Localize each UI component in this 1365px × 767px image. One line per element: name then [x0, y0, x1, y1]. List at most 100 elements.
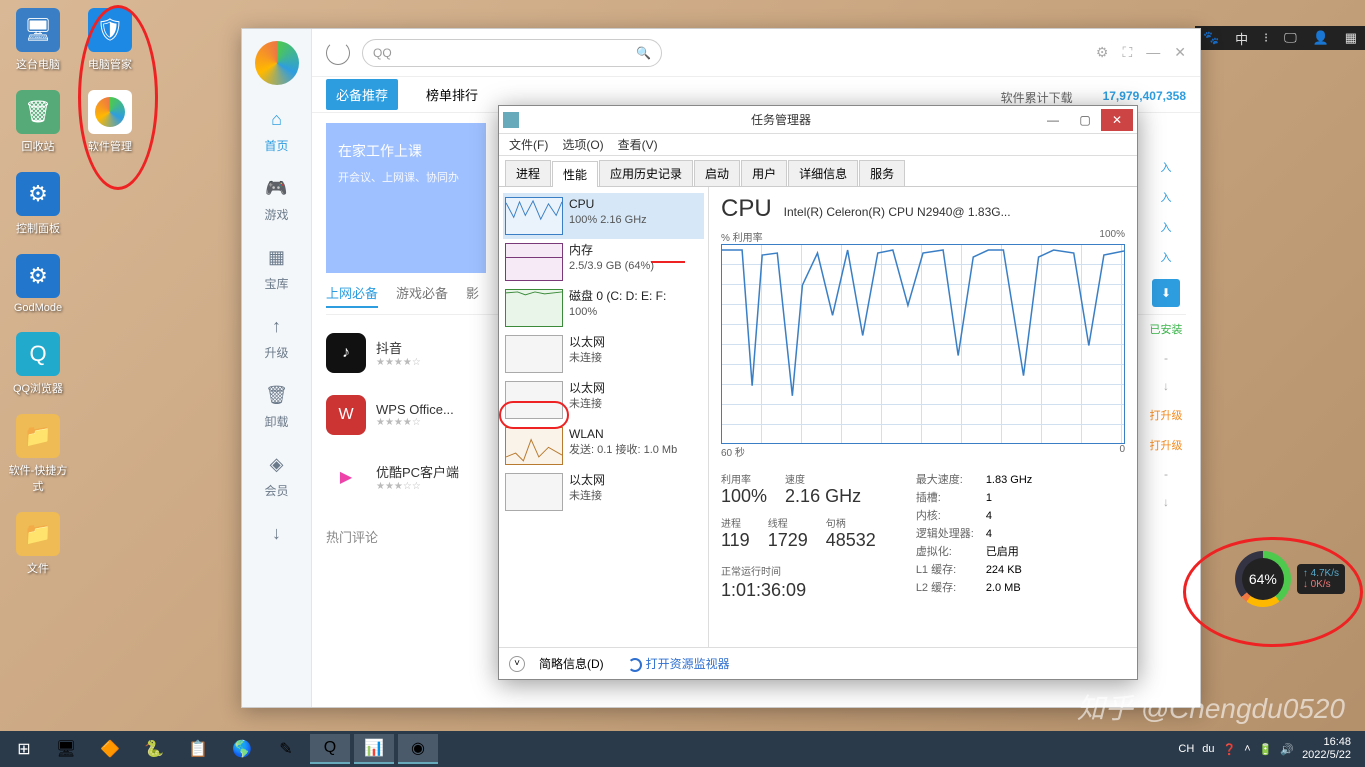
- taskbar-app[interactable]: Q: [310, 734, 350, 764]
- subtab-games[interactable]: 游戏必备: [396, 283, 448, 308]
- promo-banner[interactable]: 在家工作上课 开会议、上网课、协同办: [326, 123, 486, 273]
- taskbar-app[interactable]: 🖥: [46, 734, 86, 764]
- banner-subtitle: 开会议、上网课、协同办: [338, 169, 474, 185]
- tray-icon[interactable]: du: [1202, 743, 1214, 755]
- download-stats: 软件累计下载 17,979,407,358: [1001, 89, 1186, 106]
- settings-icon[interactable]: ⚙: [1096, 44, 1109, 61]
- home-icon: ⌂: [263, 105, 291, 133]
- tab-startup[interactable]: 启动: [694, 160, 740, 186]
- desktop-icon-shortcut[interactable]: 📁软件-快捷方式: [8, 414, 68, 494]
- perf-item-disk[interactable]: 磁盘 0 (C: D: E: F:100%: [503, 285, 704, 331]
- usage-ring: 64%: [1235, 551, 1291, 607]
- cpu-model: Intel(R) Celeron(R) CPU N2940@ 1.83G...: [784, 205, 1011, 219]
- upgrade-icon: ↑: [263, 312, 291, 340]
- reload-button[interactable]: [326, 41, 350, 65]
- menu-file[interactable]: 文件(F): [509, 136, 548, 153]
- sidebar-item-home[interactable]: ⌂首页: [247, 105, 307, 154]
- tray-icon[interactable]: ❓: [1223, 743, 1237, 756]
- perf-item-wlan[interactable]: WLAN发送: 0.1 接收: 1.0 Mb: [503, 423, 704, 469]
- search-icon[interactable]: 🔍: [636, 46, 651, 60]
- game-icon: 🎮: [263, 174, 291, 202]
- app-icon: [503, 112, 519, 128]
- cpu-graph: [721, 244, 1125, 444]
- ime-user-icon[interactable]: 👤: [1313, 30, 1329, 46]
- ime-keyboard-icon[interactable]: 🖵: [1284, 30, 1297, 46]
- banner-title: 在家工作上课: [338, 141, 474, 161]
- system-tray: CH du ❓ ˄ 🔋 🔊 16:48 2022/5/22: [1178, 736, 1359, 762]
- right-action-list: 入 入 入 入 ⬇ 已安装 - ↓ 打升级 打升级 - ↓: [1146, 159, 1186, 509]
- pin-icon[interactable]: ⛶: [1122, 44, 1132, 61]
- cpu-title: CPU: [721, 195, 772, 223]
- sidebar-item-download[interactable]: ↓: [247, 519, 307, 551]
- sidebar-item-uninstall[interactable]: 🗑卸载: [247, 381, 307, 430]
- taskbar-swmgr[interactable]: ◉: [398, 734, 438, 764]
- sidebar-item-vip[interactable]: ◈会员: [247, 450, 307, 499]
- desktop-icon-qqbrowser[interactable]: QQQ浏览器: [8, 332, 68, 396]
- desktop-icon-this-pc[interactable]: 🖥这台电脑: [8, 8, 68, 72]
- taskbar-app[interactable]: 🐍: [134, 734, 174, 764]
- perf-item-ethernet[interactable]: 以太网未连接: [503, 469, 704, 515]
- download-icon[interactable]: ⬇: [1152, 279, 1180, 307]
- ime-status-bar[interactable]: 🐾 中 ⁝ 🖵 👤 ▦: [1195, 26, 1365, 50]
- desktop-icon-control-panel[interactable]: ⚙控制面板: [8, 172, 68, 236]
- start-button[interactable]: ⊞: [6, 734, 42, 764]
- tab-services[interactable]: 服务: [859, 160, 905, 186]
- cpu-utilization: 100%: [721, 486, 767, 507]
- desktop-icon-swmanager[interactable]: 软件管理: [80, 90, 140, 154]
- usage-percent: 64%: [1242, 558, 1284, 600]
- battery-icon[interactable]: 🔋: [1259, 743, 1273, 756]
- sidebar-item-store[interactable]: ▦宝库: [247, 243, 307, 292]
- swmgr-sidebar: ⌂首页 🎮游戏 ▦宝库 ↑升级 🗑卸载 ◈会员 ↓: [242, 29, 312, 707]
- tab-processes[interactable]: 进程: [505, 160, 551, 186]
- volume-icon[interactable]: 🔊: [1280, 743, 1294, 756]
- taskbar-clock[interactable]: 16:48 2022/5/22: [1302, 736, 1351, 762]
- perf-item-cpu[interactable]: CPU100% 2.16 GHz: [503, 193, 704, 239]
- desktop-icon-godmode[interactable]: ⚙GodMode: [8, 254, 68, 314]
- perf-item-ethernet[interactable]: 以太网未连接: [503, 331, 704, 377]
- minimize-button[interactable]: —: [1146, 44, 1160, 61]
- annotation-memory-line: [651, 261, 685, 263]
- menu-options[interactable]: 选项(O): [562, 136, 603, 153]
- taskbar-taskmgr[interactable]: 📊: [354, 734, 394, 764]
- close-button[interactable]: ✕: [1101, 109, 1133, 131]
- vip-icon: ◈: [263, 450, 291, 478]
- taskbar-app[interactable]: 🔶: [90, 734, 130, 764]
- tab-details[interactable]: 详细信息: [788, 160, 858, 186]
- maximize-button[interactable]: ▢: [1069, 109, 1101, 131]
- task-manager-footer: ˅ 简略信息(D) 打开资源监视器: [499, 647, 1137, 679]
- tab-apphistory[interactable]: 应用历史记录: [599, 160, 693, 186]
- brief-info-link[interactable]: 简略信息(D): [539, 655, 604, 672]
- sidebar-item-upgrade[interactable]: ↑升级: [247, 312, 307, 361]
- taskbar-app[interactable]: 🌎: [222, 734, 262, 764]
- desktop-icon-recycle[interactable]: 🗑回收站: [8, 90, 68, 154]
- ime-punct[interactable]: ⁝: [1264, 30, 1268, 46]
- tab-recommended[interactable]: 必备推荐: [326, 79, 398, 110]
- subtab-internet[interactable]: 上网必备: [326, 283, 378, 308]
- ime-lang[interactable]: 中: [1235, 29, 1248, 48]
- tab-performance[interactable]: 性能: [552, 161, 598, 187]
- ime-icon[interactable]: 🐾: [1203, 30, 1219, 46]
- ime-indicator[interactable]: CH: [1178, 743, 1194, 755]
- taskbar-app[interactable]: 📋: [178, 734, 218, 764]
- taskbar: ⊞ 🖥 🔶 🐍 📋 🌎 ✎ Q 📊 ◉ CH du ❓ ˄ 🔋 🔊 16:48 …: [0, 731, 1365, 767]
- minimize-button[interactable]: —: [1037, 109, 1069, 131]
- tab-rankings[interactable]: 榜单排行: [416, 79, 488, 110]
- resource-monitor-link[interactable]: 打开资源监视器: [646, 657, 730, 671]
- desktop-icon-files[interactable]: 📁文件: [8, 512, 68, 576]
- close-button[interactable]: ✕: [1174, 44, 1186, 61]
- subtab-video[interactable]: 影: [466, 283, 479, 308]
- taskbar-app[interactable]: ✎: [266, 734, 306, 764]
- window-title: 任务管理器: [525, 111, 1037, 128]
- search-input[interactable]: QQ 🔍: [362, 39, 662, 67]
- tab-users[interactable]: 用户: [741, 160, 787, 186]
- sidebar-item-games[interactable]: 🎮游戏: [247, 174, 307, 223]
- collapse-button[interactable]: ˅: [509, 656, 525, 672]
- titlebar[interactable]: 任务管理器 — ▢ ✕: [499, 106, 1137, 134]
- desktop-icon-pcmanager[interactable]: 🛡电脑管家: [80, 8, 140, 72]
- tray-chevron[interactable]: ˄: [1244, 743, 1250, 755]
- search-placeholder: QQ: [373, 46, 392, 60]
- ime-grid-icon[interactable]: ▦: [1345, 30, 1357, 46]
- menu-view[interactable]: 查看(V): [618, 136, 658, 153]
- system-monitor-widget[interactable]: 64% ↑ 4.7K/s ↓ 0K/s: [1235, 551, 1345, 607]
- menubar: 文件(F) 选项(O) 查看(V): [499, 134, 1137, 156]
